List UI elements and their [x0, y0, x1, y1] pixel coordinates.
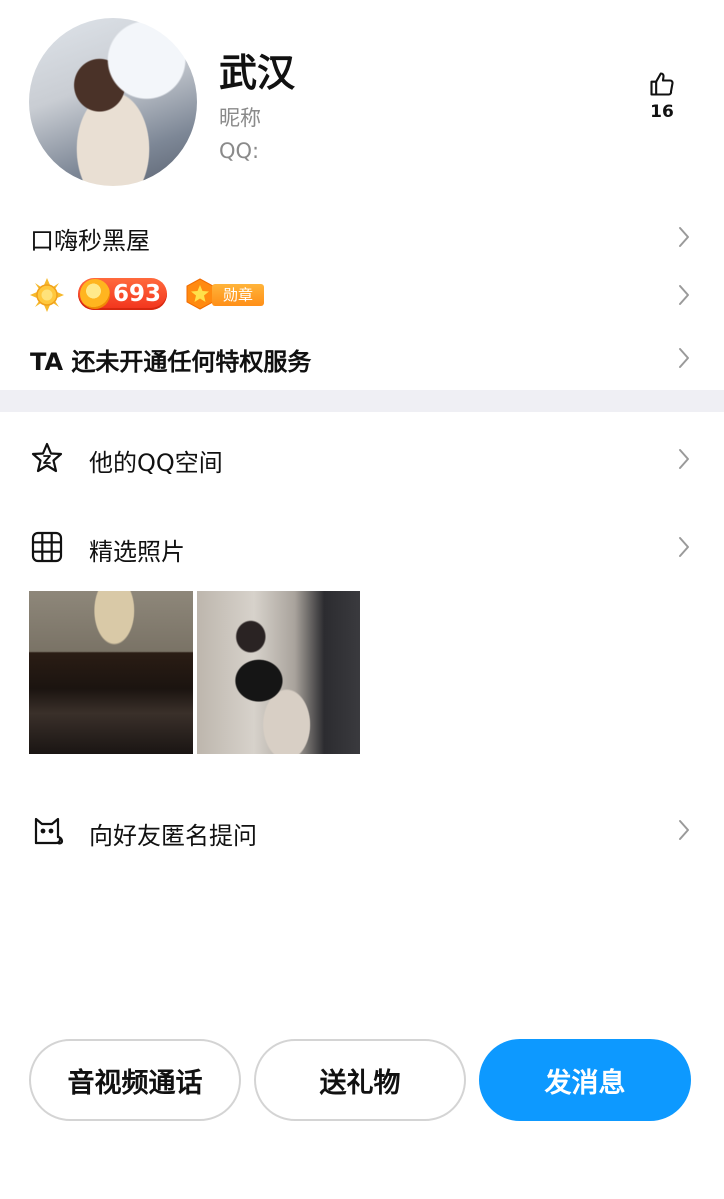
- chevron-right-icon: [679, 285, 689, 305]
- coin-icon: [80, 279, 110, 309]
- privilege-text: TA 还未开通任何特权服务: [30, 348, 312, 376]
- sun-level-icon: [30, 278, 64, 312]
- chevron-right-icon: [679, 348, 689, 368]
- ask-row[interactable]: 向好友匿名提问: [0, 803, 724, 857]
- qzone-label: 他的QQ空间: [89, 449, 223, 477]
- featured-photo[interactable]: [197, 591, 360, 754]
- star-icon: [31, 442, 63, 473]
- grid-icon: [31, 531, 63, 563]
- like-count: 16: [650, 102, 674, 122]
- like-button[interactable]: 16: [642, 70, 682, 122]
- coin-badge: 693: [78, 278, 167, 310]
- section-divider: [0, 390, 724, 412]
- chevron-right-icon: [679, 449, 689, 469]
- coin-count: 693: [113, 281, 162, 307]
- nickname-label: 昵称: [219, 106, 261, 130]
- photos-label: 精选照片: [89, 538, 185, 566]
- qq-label: QQ:: [219, 139, 260, 163]
- featured-photo[interactable]: [29, 591, 193, 754]
- cat-icon: [34, 817, 64, 845]
- profile-name: 武汉: [219, 51, 296, 95]
- video-call-button[interactable]: 音视频通话: [29, 1039, 241, 1121]
- send-message-button[interactable]: 发消息: [479, 1039, 691, 1121]
- send-gift-button[interactable]: 送礼物: [254, 1039, 466, 1121]
- chevron-right-icon: [679, 537, 689, 557]
- space-name-label: 口嗨秒黑屋: [30, 227, 150, 255]
- qzone-row[interactable]: 他的QQ空间: [0, 432, 724, 486]
- ask-label: 向好友匿名提问: [89, 822, 257, 850]
- privilege-row[interactable]: TA 还未开通任何特权服务: [0, 332, 724, 382]
- space-name-row[interactable]: 口嗨秒黑屋: [0, 212, 724, 262]
- medal-badge: 勋章: [184, 278, 266, 310]
- chevron-right-icon: [679, 227, 689, 247]
- avatar[interactable]: [29, 18, 197, 186]
- thumbs-up-icon: [650, 72, 674, 96]
- medal-label: 勋章: [212, 284, 264, 306]
- chevron-right-icon: [679, 820, 689, 840]
- photos-row[interactable]: 精选照片: [0, 520, 724, 574]
